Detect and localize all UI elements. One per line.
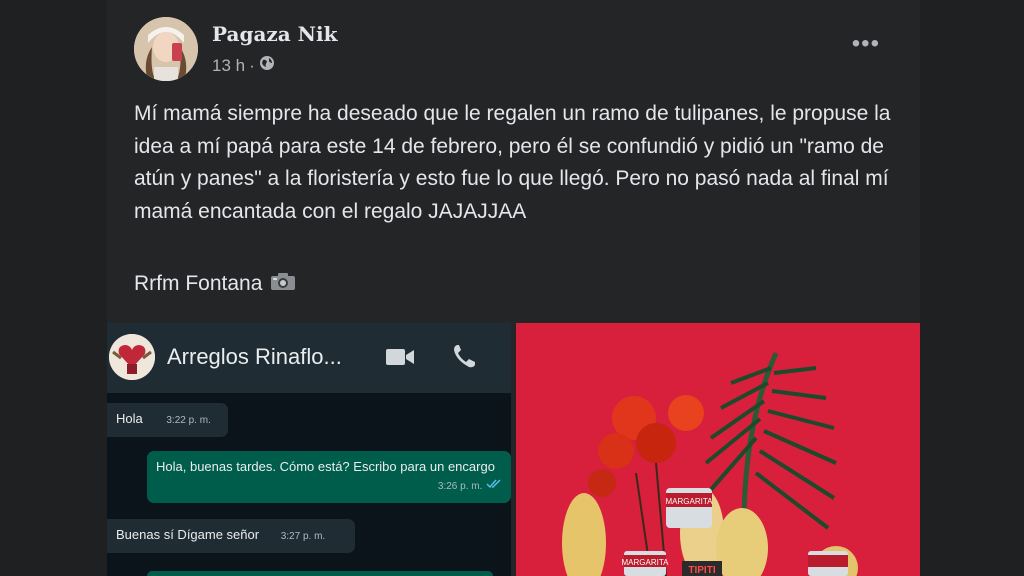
message-time: 3:22 p. m.: [166, 415, 211, 426]
message-text: Hola, buenas tardes. Cómo está? Escribo …: [156, 459, 495, 474]
credit-label: Rrfm Fontana: [134, 272, 263, 295]
chat-header: Arreglos Rinaflo...: [107, 323, 511, 393]
photo-credit: Rrfm Fontana: [134, 271, 296, 297]
chat-message[interactable]: Hola 3:22 p. m.: [107, 403, 228, 437]
more-options-button[interactable]: •••: [852, 32, 880, 56]
double-check-icon: [486, 477, 502, 492]
message-time: 3:26 p. m.: [437, 481, 483, 492]
contact-avatar[interactable]: [109, 334, 155, 380]
post-meta: 13 h ·: [212, 55, 275, 76]
chat-message-partial: [147, 571, 493, 576]
chat-message[interactable]: Hola, buenas tardes. Cómo está? Escribo …: [147, 451, 511, 503]
post-photo-chat[interactable]: Arreglos Rinaflo... Hola 3:22 p. m. Hola…: [107, 323, 511, 576]
camera-icon: [270, 271, 296, 297]
meta-separator: ·: [249, 55, 255, 75]
post-text: Mí mamá siempre ha deseado que le regale…: [134, 102, 891, 223]
author-avatar[interactable]: [134, 17, 198, 81]
globe-icon[interactable]: [259, 55, 275, 76]
author-name[interactable]: Pagaza Nik: [212, 22, 337, 46]
can-label: MARGARITA: [622, 558, 670, 567]
can-label: MARGARITA: [666, 497, 714, 506]
voice-call-icon[interactable]: [452, 343, 476, 374]
chat-message[interactable]: Buenas sí Dígame señor 3:27 p. m.: [107, 519, 355, 553]
message-text: Hola: [116, 411, 143, 426]
facebook-post: Pagaza Nik 13 h · ••• Mí mamá siempre ha…: [107, 0, 920, 576]
video-call-icon[interactable]: [385, 346, 415, 373]
post-photo-bouquet[interactable]: MARGARITA MARGARITA TIPITI: [516, 323, 920, 576]
message-time: 3:27 p. m.: [280, 531, 326, 542]
post-time[interactable]: 13 h: [212, 56, 245, 76]
can-label: TIPITI: [688, 565, 715, 576]
chat-contact-name[interactable]: Arreglos Rinaflo...: [167, 344, 342, 370]
bouquet-image: MARGARITA MARGARITA TIPITI: [516, 323, 920, 576]
message-text: Buenas sí Dígame señor: [116, 527, 260, 542]
